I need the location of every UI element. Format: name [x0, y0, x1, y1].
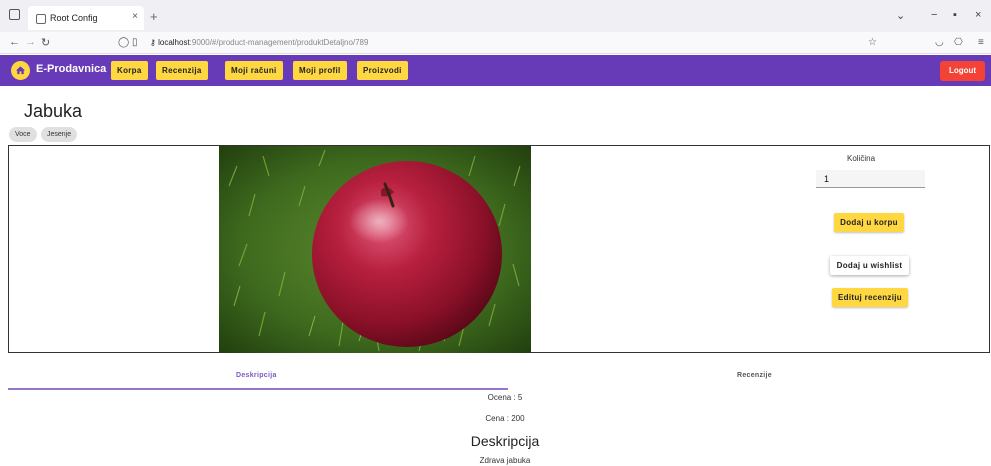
home-icon[interactable]	[11, 61, 30, 80]
logout-button[interactable]: Logout	[940, 61, 985, 81]
price-label: Cena :	[485, 414, 509, 423]
chevron-down-icon[interactable]: ⌄	[896, 9, 905, 22]
nav-recenzija-button[interactable]: Recenzija	[156, 61, 208, 80]
tab-recenzije[interactable]: Recenzije	[737, 372, 772, 379]
browser-tab[interactable]: Root Config ×	[28, 6, 144, 30]
nav-moji-racuni-button[interactable]: Moji računi	[225, 61, 283, 80]
description-text: Zdrava jabuka	[479, 456, 531, 465]
close-window-icon[interactable]: ×	[975, 9, 981, 21]
nav-proizvodi-button[interactable]: Proizvodi	[357, 61, 408, 80]
active-tab-indicator	[8, 388, 508, 390]
minimize-icon[interactable]: −	[931, 9, 937, 21]
browser-navigation-bar: ← → ↻ ◯ ▯ ⚷ localhost:9000/#/product-man…	[0, 32, 991, 54]
bookmark-star-icon[interactable]: ☆	[868, 37, 877, 48]
rating-label: Ocena :	[487, 393, 516, 402]
pocket-icon[interactable]: ◡	[935, 37, 944, 48]
browser-tab-bar: Root Config × + ⌄ − ▪ ×	[0, 0, 991, 32]
new-tab-icon[interactable]: +	[150, 9, 158, 24]
browser-tab-title: Root Config	[50, 13, 98, 23]
tab-deskripcija[interactable]: Deskripcija	[236, 372, 277, 379]
address-bar[interactable]: ⚷ localhost:9000/#/product-management/pr…	[150, 38, 368, 47]
close-tab-icon[interactable]: ×	[132, 11, 138, 22]
rating-value: 5	[517, 393, 523, 402]
app-toolbar: E-Prodavnica Korpa Recenzija Moji računi…	[0, 55, 991, 86]
sidebar-icon[interactable]	[9, 9, 20, 20]
edit-review-button[interactable]: Edituj recenziju	[832, 288, 908, 307]
url-host: localhost	[158, 38, 190, 47]
price-value: 200	[511, 414, 525, 423]
brand-name: E-Prodavnica	[36, 63, 107, 75]
back-icon[interactable]: ←	[9, 36, 20, 48]
add-to-wishlist-button[interactable]: Dodaj u wishlist	[830, 256, 909, 275]
tag-chip[interactable]: Jesenje	[41, 127, 78, 142]
product-image	[219, 146, 531, 353]
nav-moji-profil-button[interactable]: Moji profil	[293, 61, 347, 80]
add-to-cart-button[interactable]: Dodaj u korpu	[834, 213, 904, 232]
forward-icon[interactable]: →	[25, 36, 36, 48]
description-heading: Deskripcija	[470, 433, 540, 449]
key-icon: ⚷	[150, 38, 159, 47]
product-title: Jabuka	[24, 101, 83, 121]
page-icon	[36, 14, 46, 24]
menu-icon[interactable]: ≡	[978, 37, 984, 48]
shield-icon[interactable]: ◯	[118, 37, 129, 48]
extensions-icon[interactable]: ⎔	[954, 37, 963, 48]
price-row: Cena : 200	[405, 414, 605, 423]
quantity-label: Količina	[847, 154, 876, 163]
rating-row: Ocena : 5	[405, 393, 605, 402]
quantity-input[interactable]	[816, 170, 925, 188]
tag-chip[interactable]: Voce	[9, 127, 37, 142]
nav-korpa-button[interactable]: Korpa	[111, 61, 148, 80]
reload-icon[interactable]: ↻	[41, 36, 50, 49]
url-path: :9000/#/product-management/produktDetalj…	[189, 38, 369, 47]
page-info-icon[interactable]: ▯	[132, 37, 138, 48]
maximize-icon[interactable]: ▪	[953, 9, 957, 21]
